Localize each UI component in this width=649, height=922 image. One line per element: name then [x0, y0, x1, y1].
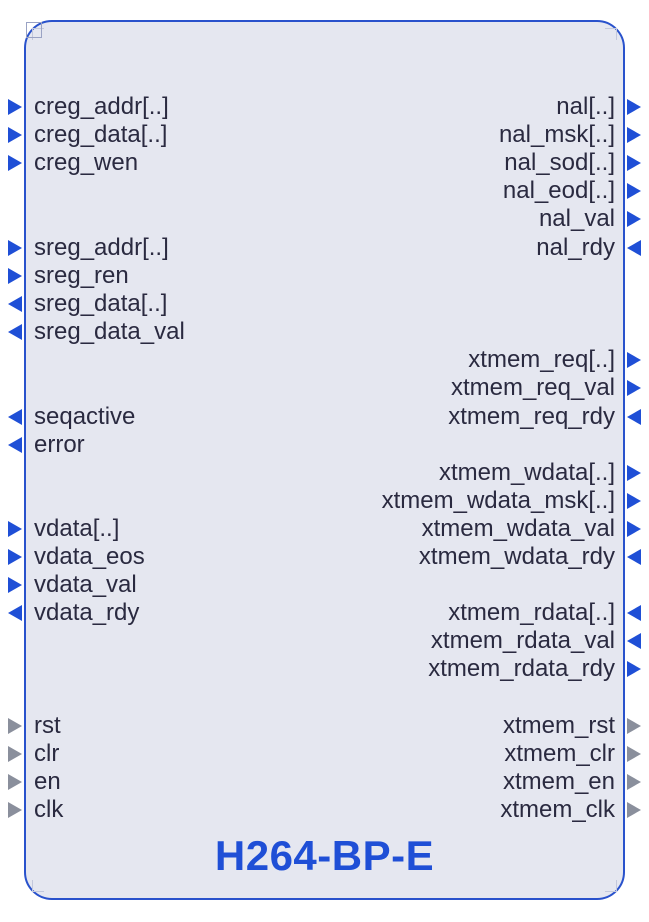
port-label: sreg_data_val — [34, 318, 185, 346]
port-label: vdata[..] — [34, 515, 119, 543]
corner-mark — [32, 880, 44, 892]
output-arrow-icon — [627, 493, 641, 509]
port-label: xtmem_req_rdy — [448, 403, 615, 431]
corner-mark — [605, 28, 617, 40]
port-label: xtmem_en — [503, 768, 615, 796]
port-label: xtmem_rdata_val — [431, 627, 615, 655]
port-label: nal_rdy — [536, 234, 615, 262]
port-label: error — [34, 431, 85, 459]
port-label: vdata_val — [34, 571, 137, 599]
output-arrow-icon — [8, 324, 22, 340]
port-label: xtmem_req[..] — [468, 346, 615, 374]
port-label: nal[..] — [556, 93, 615, 121]
port-label: xtmem_clk — [500, 796, 615, 824]
input-arrow-icon — [8, 746, 22, 762]
port-label: creg_addr[..] — [34, 93, 169, 121]
input-arrow-icon — [627, 549, 641, 565]
port-label: xtmem_rst — [503, 712, 615, 740]
input-arrow-icon — [627, 240, 641, 256]
input-arrow-icon — [8, 774, 22, 790]
port-label: sreg_ren — [34, 262, 129, 290]
port-label: nal_val — [539, 205, 615, 233]
output-arrow-icon — [8, 296, 22, 312]
port-label: xtmem_wdata[..] — [439, 459, 615, 487]
port-label: xtmem_wdata_rdy — [419, 543, 615, 571]
port-label: xtmem_rdata[..] — [448, 599, 615, 627]
input-arrow-icon — [627, 633, 641, 649]
output-arrow-icon — [627, 380, 641, 396]
output-arrow-icon — [627, 802, 641, 818]
output-arrow-icon — [627, 718, 641, 734]
port-label: sreg_data[..] — [34, 290, 167, 318]
output-arrow-icon — [627, 661, 641, 677]
input-arrow-icon — [8, 549, 22, 565]
input-arrow-icon — [8, 155, 22, 171]
output-arrow-icon — [627, 774, 641, 790]
output-arrow-icon — [627, 183, 641, 199]
input-arrow-icon — [8, 99, 22, 115]
port-label: rst — [34, 712, 61, 740]
output-arrow-icon — [627, 352, 641, 368]
input-arrow-icon — [8, 268, 22, 284]
output-arrow-icon — [627, 211, 641, 227]
port-label: nal_msk[..] — [499, 121, 615, 149]
block-title: H264-BP-E — [26, 832, 623, 880]
output-arrow-icon — [627, 465, 641, 481]
output-arrow-icon — [627, 99, 641, 115]
port-label: nal_eod[..] — [503, 177, 615, 205]
input-arrow-icon — [8, 718, 22, 734]
input-arrow-icon — [627, 605, 641, 621]
output-arrow-icon — [8, 437, 22, 453]
port-label: creg_data[..] — [34, 121, 167, 149]
input-arrow-icon — [627, 409, 641, 425]
port-label: seqactive — [34, 403, 135, 431]
input-arrow-icon — [8, 577, 22, 593]
output-arrow-icon — [627, 521, 641, 537]
input-arrow-icon — [8, 521, 22, 537]
port-label: xtmem_req_val — [451, 374, 615, 402]
port-label: nal_sod[..] — [504, 149, 615, 177]
port-label: creg_wen — [34, 149, 138, 177]
port-label: clr — [34, 740, 59, 768]
port-label: sreg_addr[..] — [34, 234, 169, 262]
input-arrow-icon — [8, 127, 22, 143]
port-label: xtmem_clr — [504, 740, 615, 768]
output-arrow-icon — [8, 605, 22, 621]
corner-mark — [32, 28, 44, 40]
output-arrow-icon — [627, 127, 641, 143]
port-label: xtmem_wdata_msk[..] — [382, 487, 615, 515]
port-label: vdata_eos — [34, 543, 145, 571]
input-arrow-icon — [8, 240, 22, 256]
output-arrow-icon — [8, 409, 22, 425]
output-arrow-icon — [627, 155, 641, 171]
port-label: en — [34, 768, 61, 796]
port-label: vdata_rdy — [34, 599, 139, 627]
port-label: xtmem_rdata_rdy — [428, 655, 615, 683]
input-arrow-icon — [8, 802, 22, 818]
output-arrow-icon — [627, 746, 641, 762]
port-label: clk — [34, 796, 63, 824]
port-label: xtmem_wdata_val — [422, 515, 615, 543]
corner-mark — [605, 880, 617, 892]
